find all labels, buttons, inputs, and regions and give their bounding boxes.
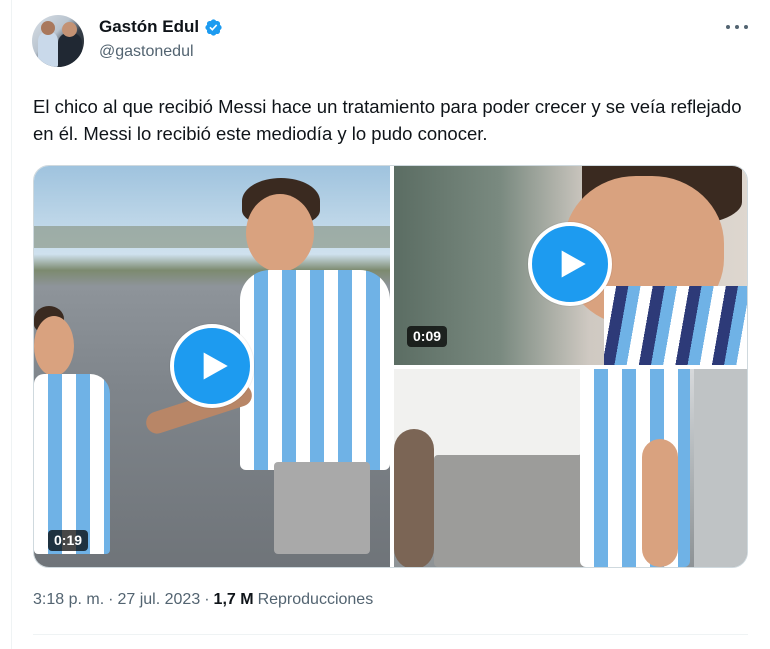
- play-button[interactable]: [528, 222, 612, 306]
- avatar-face-left: [41, 21, 55, 35]
- more-dot: [744, 25, 748, 29]
- child-jersey: [604, 286, 747, 365]
- tweet-metadata: 3:18 p. m. · 27 jul. 2023 · 1,7 M Reprod…: [33, 591, 373, 609]
- more-options-icon[interactable]: [726, 18, 748, 36]
- verified-badge-icon: [205, 18, 222, 36]
- avatar[interactable]: [32, 15, 84, 67]
- boy-shorts: [274, 462, 370, 554]
- video-thumbnail-1[interactable]: 0:19: [34, 166, 390, 567]
- author-name-row[interactable]: Gastón Edul: [99, 17, 223, 37]
- more-dot: [735, 25, 739, 29]
- play-icon: [203, 352, 228, 380]
- background-buildings: [34, 226, 390, 248]
- man-pants: [434, 455, 584, 567]
- views-label[interactable]: Reproducciones: [258, 591, 374, 609]
- tweet-date[interactable]: 27 jul. 2023: [117, 591, 200, 609]
- video-duration: 0:09: [407, 326, 448, 347]
- more-dot: [726, 25, 730, 29]
- video-thumbnail-2[interactable]: 0:09: [394, 166, 747, 365]
- child-arm: [642, 439, 678, 567]
- meta-separator: ·: [204, 591, 210, 608]
- bottom-divider: [33, 634, 748, 635]
- child-jersey: [34, 374, 110, 554]
- views-count[interactable]: 1,7 M: [214, 591, 254, 609]
- play-icon: [561, 250, 586, 278]
- media-grid: 0:19 0:09: [33, 165, 748, 568]
- avatar-figure-left: [38, 31, 58, 67]
- background-wall: [694, 369, 747, 567]
- avatar-figure-right: [58, 33, 82, 67]
- avatar-face-right: [62, 22, 77, 37]
- video-duration: 0:19: [48, 530, 89, 551]
- man-tattooed-arm: [394, 429, 434, 567]
- boy-jersey: [240, 270, 390, 470]
- photo-thumbnail-3[interactable]: [394, 369, 747, 567]
- author-handle[interactable]: @gastonedul: [99, 43, 194, 61]
- meta-separator: ·: [108, 591, 114, 608]
- play-button[interactable]: [170, 324, 254, 408]
- boy-face: [246, 194, 314, 272]
- tweet-text: El chico al que recibió Messi hace un tr…: [33, 96, 742, 144]
- tweet-time[interactable]: 3:18 p. m.: [33, 591, 104, 609]
- timeline-divider: [11, 0, 12, 649]
- child-face: [34, 316, 74, 376]
- author-display-name[interactable]: Gastón Edul: [99, 17, 199, 37]
